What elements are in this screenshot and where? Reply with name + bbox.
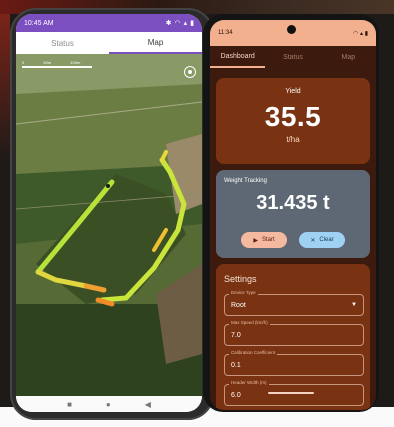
yield-label: Yield [285,88,301,95]
wifi-icon: ◠ [174,20,181,27]
clear-button-label: Clear [319,237,334,243]
tab-bar: Status Map [16,32,202,55]
yield-card: Yield 35.5 t/ha [216,78,370,164]
right-phone-screen: 11:34 ◠ ▴ ▮ Dashboard Status Map Yield 3… [210,20,376,410]
dropdown-caret-icon: ▼ [351,302,357,308]
battery-icon: ▮ [364,30,368,37]
status-icons: ✱ ◠ ▴ ▮ [166,19,194,27]
recents-icon[interactable]: ■ [67,400,72,409]
status-icons-right: ◠ ▴ ▮ [353,30,368,37]
yield-unit: t/ha [286,135,300,144]
status-bar: 10:45 AM ✱ ◠ ▴ ▮ [16,14,202,32]
calibration-coefficient-field[interactable]: Calibration Coefficient 0.1 [224,350,364,376]
weight-buttons: ▶ Start ✕ Clear [216,232,370,248]
header-width-label: Header Width (m) [229,380,269,385]
start-button[interactable]: ▶ Start [241,232,287,248]
map-scale: 0 50m 100m [22,60,92,68]
tab-dashboard[interactable]: Dashboard [210,46,266,68]
settings-title: Settings [224,274,257,284]
my-location-icon[interactable] [184,66,196,78]
max-speed-label: Max Speed (km/h) [229,320,270,325]
max-speed-value: 7.0 [231,332,241,339]
calibration-coefficient-value: 0.1 [231,362,241,369]
weight-value: 31.435 t [256,192,330,214]
weight-label: Weight Tracking [224,178,267,184]
weight-tracking-card: Weight Tracking 31.435 t ▶ Start ✕ Clear [216,170,370,258]
yield-value: 35.5 [264,101,322,132]
front-camera [287,25,296,34]
start-button-label: Start [261,237,275,243]
signal-icon: ▴ [183,20,188,27]
tab-status[interactable]: Status [16,32,109,54]
max-speed-field[interactable]: Max Speed (km/h) 7.0 [224,320,364,346]
device-type-value: Root [231,302,246,309]
header-width-field[interactable]: Header Width (m) 6.0 [224,380,364,406]
play-icon: ▶ [253,237,258,244]
scale-bar [22,66,92,68]
system-nav-bar: ■ ● ◀ [16,396,202,412]
tab-status[interactable]: Status [265,46,320,68]
home-indicator[interactable] [268,392,314,394]
settings-card: Settings Device Type Root ▼ Max Speed (k… [216,264,370,410]
satellite-map[interactable]: 0 50m 100m [16,54,202,396]
status-time-right: 11:34 [218,30,233,36]
left-phone-screen: 10:45 AM ✱ ◠ ▴ ▮ Status Map 0 50m 100m ■… [16,14,202,412]
tab-map[interactable]: Map [109,32,202,54]
close-icon: ✕ [310,237,316,244]
device-type-label: Device Type [229,290,258,295]
tab-map[interactable]: Map [321,46,376,68]
home-icon[interactable]: ● [106,400,111,409]
calibration-coefficient-label: Calibration Coefficient [229,350,277,355]
device-type-select[interactable]: Device Type Root ▼ [224,290,364,316]
signal-icon: ▴ [360,30,364,37]
wifi-icon: ◠ [353,30,359,37]
scale-label-0: 0 [22,60,25,65]
tab-bar-right: Dashboard Status Map [210,46,376,68]
map-image [16,54,202,396]
scale-label-2: 100m [70,60,81,65]
battery-icon: ▮ [190,20,194,27]
header-width-value: 6.0 [231,392,241,399]
status-time: 10:45 AM [24,19,54,27]
scale-label-1: 50m [43,60,52,65]
back-icon[interactable]: ◀ [145,400,151,409]
bluetooth-icon: ✱ [165,20,172,27]
background-left [0,14,10,164]
clear-button[interactable]: ✕ Clear [299,232,345,248]
